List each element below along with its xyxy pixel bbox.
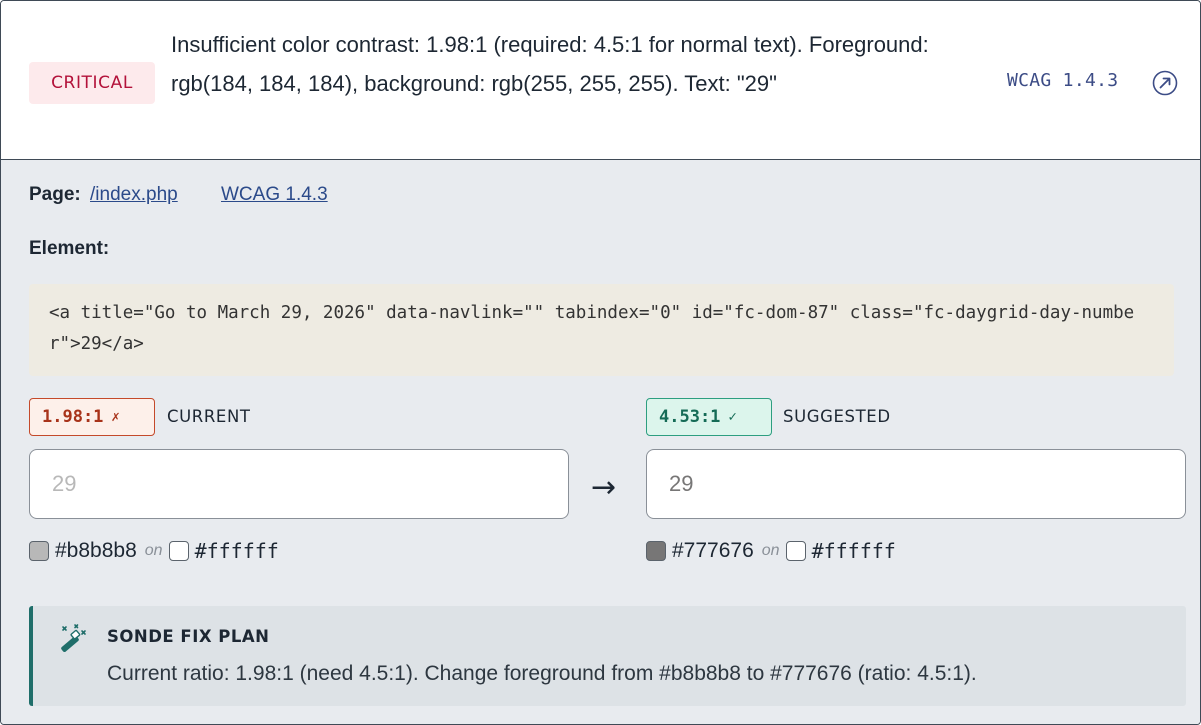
page-link[interactable]: /index.php <box>90 184 178 205</box>
severity-badge: CRITICAL <box>29 62 155 104</box>
fix-plan-title: SONDE FIX PLAN <box>107 627 270 646</box>
pass-mark-icon: ✓ <box>728 409 737 425</box>
element-label: Element: <box>29 238 110 259</box>
current-on-word: on <box>144 542 163 559</box>
current-ratio-value: 1.98:1 <box>42 407 104 427</box>
current-ratio-badge: 1.98:1 ✗ <box>29 398 155 436</box>
arrow-right-icon: → <box>591 470 617 505</box>
fix-plan-text: Current ratio: 1.98:1 (need 4.5:1). Chan… <box>107 662 977 685</box>
suggested-bg-swatch <box>785 541 806 561</box>
suggested-ratio-badge: 4.53:1 ✓ <box>646 398 772 436</box>
current-fg-swatch <box>29 541 49 561</box>
wcag-link[interactable]: WCAG 1.4.3 <box>221 184 328 205</box>
wcag-reference: WCAG 1.4.3 <box>1007 70 1119 91</box>
suggested-fg-swatch <box>646 541 666 561</box>
current-fg-hex: #b8b8b8 <box>55 539 137 562</box>
magic-wand-icon <box>61 624 86 652</box>
suggested-fg-hex: #777676 <box>672 539 754 562</box>
suggested-sample: 29 <box>646 449 1186 519</box>
current-swatches: #b8b8b8 on #ffffff <box>29 539 279 563</box>
current-sample: 29 <box>29 449 569 519</box>
issue-details: Page: /index.php WCAG 1.4.3 Element: <a … <box>1 160 1200 724</box>
suggested-ratio-value: 4.53:1 <box>659 407 721 427</box>
current-label: CURRENT <box>167 407 251 426</box>
issue-description: Insufficient color contrast: 1.98:1 (req… <box>171 32 929 96</box>
suggested-on-word: on <box>761 542 780 559</box>
current-bg-hex: #ffffff <box>194 539 279 563</box>
external-link-icon[interactable] <box>1151 69 1179 97</box>
page-label: Page: <box>29 184 81 205</box>
element-code: <a title="Go to March 29, 2026" data-nav… <box>29 284 1174 376</box>
fail-mark-icon: ✗ <box>111 409 120 425</box>
current-bg-swatch <box>168 541 189 561</box>
suggested-swatches: #777676 on #ffffff <box>646 539 896 563</box>
fix-plan-panel: SONDE FIX PLAN Current ratio: 1.98:1 (ne… <box>29 606 1186 706</box>
page-meta: Page: /index.php WCAG 1.4.3 <box>29 184 328 206</box>
issue-card: CRITICAL Insufficient color contrast: 1.… <box>0 0 1201 725</box>
suggested-label: SUGGESTED <box>783 407 891 426</box>
suggested-bg-hex: #ffffff <box>811 539 896 563</box>
issue-header[interactable]: CRITICAL Insufficient color contrast: 1.… <box>1 1 1200 160</box>
